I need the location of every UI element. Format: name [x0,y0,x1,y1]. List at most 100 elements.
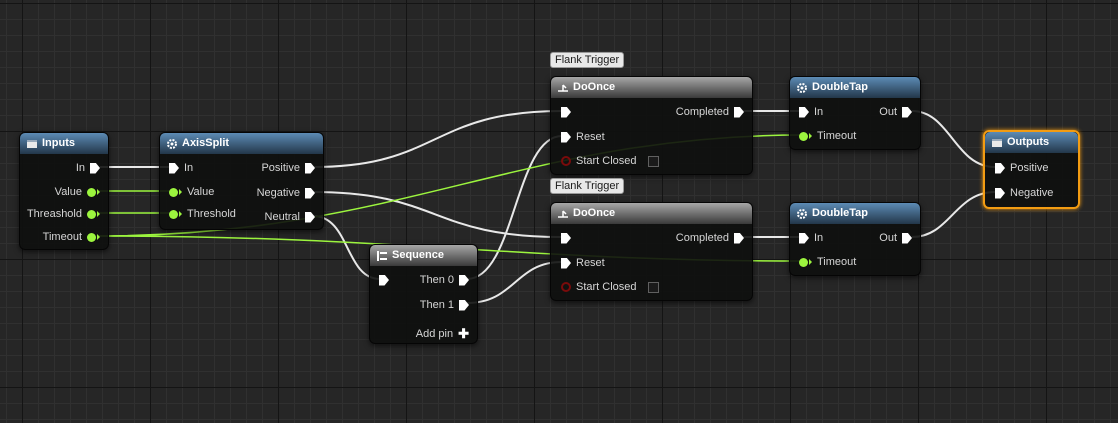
exec-pin-icon[interactable] [995,187,1005,199]
exec-pin-icon[interactable] [799,232,809,244]
doonce-top-header[interactable]: DoOnce [551,77,752,98]
outputs-node-title: Outputs [1007,136,1050,148]
sequence-node-header[interactable]: Sequence [370,245,477,266]
exec-pin-icon[interactable] [734,232,744,244]
doonce-top-pin-reset[interactable]: Reset [561,130,605,144]
blueprint-graph-canvas[interactable]: Inputs In Value Threashold Timeout AxisS… [0,0,1118,423]
axissplit-node[interactable]: AxisSplit In Value Threshold Positive Ne… [159,132,324,230]
doubletap-bottom-pin-out[interactable]: Out [879,231,912,245]
exec-pin-icon[interactable] [902,232,912,244]
pin-label: Out [879,232,897,244]
inputs-pin-value[interactable]: Value [55,185,100,199]
doonce-bottom-pin-start-closed[interactable]: Start Closed [561,280,659,294]
doonce-bottom-pin-reset[interactable]: Reset [561,256,605,270]
data-pin-icon[interactable] [169,209,182,219]
axissplit-pin-value[interactable]: Value [169,185,214,199]
axissplit-node-header[interactable]: AxisSplit [160,133,323,154]
exec-pin-icon[interactable] [379,274,389,286]
doubletap-top-pin-out[interactable]: Out [879,105,912,119]
doonce-bottom-title: DoOnce [573,207,616,219]
doubletap-bottom-header[interactable]: DoubleTap [790,203,920,224]
pin-label: In [184,162,194,174]
outputs-pin-positive[interactable]: Positive [995,161,1049,175]
exec-pin-icon[interactable] [734,106,744,118]
wire-then0-to-doonce-top-reset [466,135,563,280]
data-pin-icon[interactable] [799,257,812,267]
data-pin-icon[interactable] [87,209,100,219]
exec-pin-icon[interactable] [799,106,809,118]
axissplit-pin-threshold[interactable]: Threshold [169,207,236,221]
wire-negative-to-doonce-bottom-in [312,191,563,238]
inputs-node-header[interactable]: Inputs [20,133,108,154]
doubletap-top-header[interactable]: DoubleTap [790,77,920,98]
inputs-pin-in[interactable]: In [76,161,100,175]
start-closed-checkbox[interactable] [647,281,659,293]
doonce-top-title: DoOnce [573,81,616,93]
doonce-bottom-pin-completed[interactable]: Completed [676,231,744,245]
pin-label: Timeout [817,130,857,142]
exec-pin-icon[interactable] [561,131,571,143]
doonce-bottom-comment[interactable]: Flank Trigger [550,178,625,194]
exec-pin-icon[interactable] [459,299,469,311]
axissplit-pin-negative[interactable]: Negative [257,186,315,200]
pin-label: Threshold [187,208,236,220]
sequence-add-pin-button[interactable]: Add pin ✚ [416,327,469,341]
plus-icon[interactable]: ✚ [458,327,469,341]
outputs-node[interactable]: Outputs Positive Negative [983,130,1080,209]
exec-pin-icon[interactable] [902,106,912,118]
exec-pin-icon[interactable] [169,162,179,174]
doubletap-bottom-node[interactable]: DoubleTap In Timeout Out [789,202,921,276]
inputs-node-title: Inputs [42,137,75,149]
doonce-top-comment[interactable]: Flank Trigger [550,52,625,68]
pin-label: Threashold [26,208,82,220]
doonce-top-pin-in[interactable] [561,105,571,119]
doonce-bottom-pin-in[interactable] [561,231,571,245]
doubletap-bottom-pin-in[interactable]: In [799,231,823,245]
doubletap-top-pin-in[interactable]: In [799,105,823,119]
exec-pin-icon[interactable] [561,106,571,118]
pin-label: Value [54,186,82,198]
doonce-bottom-header[interactable]: DoOnce [551,203,752,224]
data-pin-icon[interactable] [169,187,182,197]
sequence-pin-then1[interactable]: Then 1 [420,298,469,312]
sequence-node[interactable]: Sequence Then 0 Then 1 Add pin ✚ [369,244,478,344]
exec-pin-icon[interactable] [995,162,1005,174]
inputs-pin-timeout[interactable]: Timeout [43,230,100,244]
sequence-node-title: Sequence [392,249,444,261]
start-closed-checkbox[interactable] [647,155,659,167]
exec-pin-icon[interactable] [459,274,469,286]
pin-label: Positive [1010,162,1049,174]
doubletap-top-pin-timeout[interactable]: Timeout [799,129,856,143]
doonce-bottom-node[interactable]: DoOnce Reset Start Closed Completed [550,202,753,301]
exec-pin-icon[interactable] [90,162,100,174]
outputs-pin-negative[interactable]: Negative [995,186,1053,200]
data-pin-icon[interactable] [87,187,100,197]
doubletap-bottom-pin-timeout[interactable]: Timeout [799,255,856,269]
doonce-top-pin-start-closed[interactable]: Start Closed [561,154,659,168]
exec-pin-icon[interactable] [561,232,571,244]
inputs-node[interactable]: Inputs In Value Threashold Timeout [19,132,109,250]
bool-pin-icon[interactable] [561,282,571,292]
exec-pin-icon[interactable] [305,187,315,199]
pin-label: Value [187,186,215,198]
pin-label: Reset [576,131,605,143]
axissplit-pin-neutral[interactable]: Neutral [265,210,315,224]
bool-pin-icon[interactable] [561,156,571,166]
pin-label: Neutral [264,211,300,223]
data-pin-icon[interactable] [799,131,812,141]
inputs-pin-threashold[interactable]: Threashold [27,207,100,221]
exec-pin-icon[interactable] [561,257,571,269]
axissplit-node-title: AxisSplit [182,137,230,149]
pin-label: Negative [256,187,300,199]
doubletap-top-node[interactable]: DoubleTap In Timeout Out [789,76,921,150]
doonce-top-pin-completed[interactable]: Completed [676,105,744,119]
sequence-pin-in[interactable] [379,273,389,287]
exec-pin-icon[interactable] [305,162,315,174]
sequence-pin-then0[interactable]: Then 0 [420,273,469,287]
outputs-node-header[interactable]: Outputs [985,132,1078,153]
exec-pin-icon[interactable] [305,211,315,223]
axissplit-pin-positive[interactable]: Positive [261,161,315,175]
axissplit-pin-in[interactable]: In [169,161,193,175]
data-pin-icon[interactable] [87,232,100,242]
doonce-top-node[interactable]: DoOnce Reset Start Closed Completed [550,76,753,175]
